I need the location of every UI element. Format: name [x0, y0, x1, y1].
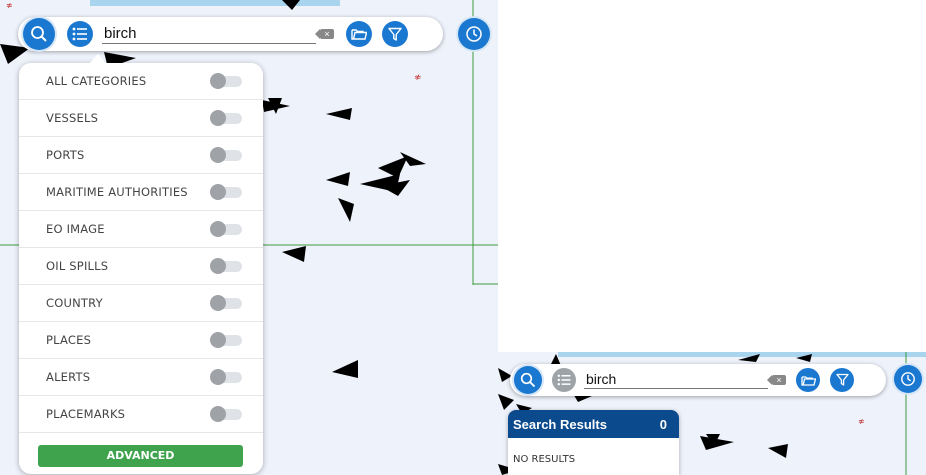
- category-row-all[interactable]: ALL CATEGORIES: [19, 63, 263, 100]
- category-row-places[interactable]: PLACES: [19, 322, 263, 359]
- no-results-text: NO RESULTS: [513, 454, 576, 465]
- category-label: PLACEMARKS: [46, 407, 126, 421]
- history-button[interactable]: [458, 18, 490, 50]
- category-row-alerts[interactable]: ALERTS: [19, 359, 263, 396]
- search-results-title: Search Results: [513, 417, 607, 432]
- open-folder-button[interactable]: [346, 21, 372, 47]
- category-label: EO IMAGE: [46, 222, 105, 236]
- place-marker-icon: ≉: [858, 417, 865, 426]
- category-toggle[interactable]: [210, 368, 244, 386]
- folder-icon: [800, 375, 816, 386]
- search-results-count: 0: [659, 417, 667, 432]
- open-folder-button[interactable]: [796, 368, 820, 392]
- clear-search-button[interactable]: ×: [767, 375, 786, 385]
- category-row-maritime-authorities[interactable]: MARITIME AUTHORITIES: [19, 174, 263, 211]
- category-toggle[interactable]: [210, 183, 244, 201]
- category-row-eo-image[interactable]: EO IMAGE: [19, 211, 263, 248]
- categories-toggle-button[interactable]: [552, 368, 576, 392]
- category-label: MARITIME AUTHORITIES: [46, 185, 188, 199]
- category-label: OIL SPILLS: [46, 259, 109, 273]
- clear-search-button[interactable]: ×: [315, 29, 334, 39]
- list-icon: [72, 27, 87, 41]
- category-label: VESSELS: [46, 111, 99, 125]
- search-results-header[interactable]: Search Results 0: [508, 410, 679, 438]
- category-label: ALERTS: [46, 370, 91, 384]
- category-label: PORTS: [46, 148, 85, 162]
- place-marker-icon: ≉: [6, 1, 13, 10]
- clock-icon: [466, 26, 482, 42]
- search-input[interactable]: [102, 24, 316, 44]
- category-toggle[interactable]: [210, 146, 244, 164]
- search-bar: ×: [510, 364, 886, 396]
- category-label: PLACES: [46, 333, 92, 347]
- filter-icon: [835, 373, 849, 386]
- category-row-ports[interactable]: PORTS: [19, 137, 263, 174]
- history-button[interactable]: [894, 365, 922, 393]
- map-view-results[interactable]: ≉ × Search Results 0 NO RESULTS: [498, 352, 926, 475]
- category-toggle[interactable]: [210, 109, 244, 127]
- category-toggle[interactable]: [210, 405, 244, 423]
- category-toggle[interactable]: [210, 220, 244, 238]
- search-button[interactable]: [514, 366, 542, 394]
- category-toggle[interactable]: [210, 294, 244, 312]
- category-label: COUNTRY: [46, 296, 103, 310]
- category-toggle[interactable]: [210, 72, 244, 90]
- category-row-vessels[interactable]: VESSELS: [19, 100, 263, 137]
- categories-panel: ALL CATEGORIES VESSELS PORTS MARITIME AU…: [19, 54, 263, 474]
- category-toggle[interactable]: [210, 331, 244, 349]
- filter-button[interactable]: [382, 21, 408, 47]
- search-input[interactable]: [584, 371, 768, 389]
- place-marker-icon: ≉: [414, 73, 422, 83]
- clock-icon: [901, 372, 915, 386]
- category-toggle[interactable]: [210, 257, 244, 275]
- map-view-categories[interactable]: ≉ ≉ × ALL CATEGORIES VESSELS PO: [0, 0, 498, 475]
- list-icon: [557, 374, 571, 386]
- advanced-button[interactable]: ADVANCED: [38, 445, 243, 467]
- folder-icon: [351, 29, 367, 40]
- filter-icon: [388, 27, 402, 41]
- search-results-panel: Search Results 0 NO RESULTS: [508, 410, 679, 475]
- backspace-icon: ×: [324, 29, 330, 39]
- category-row-oil-spills[interactable]: OIL SPILLS: [19, 248, 263, 285]
- search-bar: ×: [18, 17, 443, 51]
- backspace-icon: ×: [776, 375, 782, 385]
- search-button[interactable]: [23, 18, 55, 50]
- category-label: ALL CATEGORIES: [46, 74, 147, 88]
- category-row-placemarks[interactable]: PLACEMARKS: [19, 396, 263, 433]
- search-icon: [520, 372, 536, 388]
- search-icon: [31, 26, 47, 42]
- filter-button[interactable]: [830, 368, 854, 392]
- categories-toggle-button[interactable]: [67, 21, 93, 47]
- category-row-country[interactable]: COUNTRY: [19, 285, 263, 322]
